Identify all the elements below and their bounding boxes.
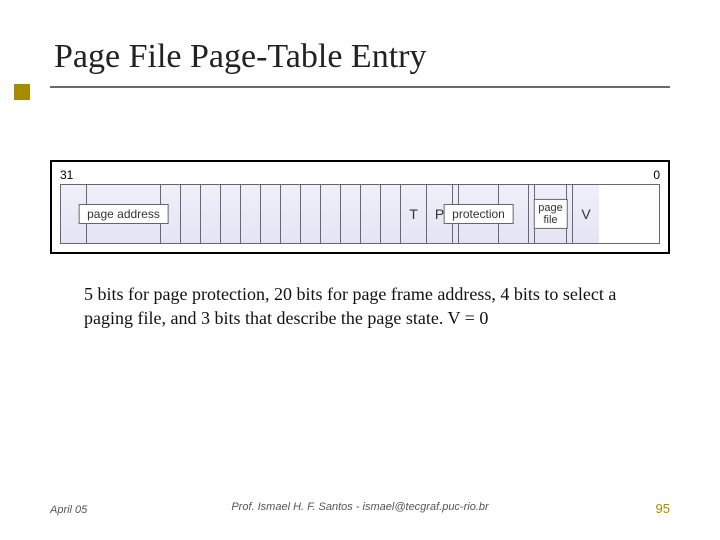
bit-cell <box>201 185 221 243</box>
description-text: 5 bits for page protection, 20 bits for … <box>50 282 670 331</box>
bit-low-label: 0 <box>653 168 660 182</box>
t-field: T <box>401 185 427 243</box>
title-underline <box>50 86 670 88</box>
page-address-label: page address <box>78 204 169 224</box>
page-file-label: pagefile <box>533 199 567 229</box>
bit-cell <box>381 185 401 243</box>
protection-field: protection <box>459 185 499 243</box>
bit-range-labels: 31 0 <box>60 168 660 182</box>
footer-page-number: 95 <box>656 501 670 516</box>
footer-date: April 05 <box>50 504 87 516</box>
bit-cell <box>261 185 281 243</box>
bit-cell <box>361 185 381 243</box>
t-label: T <box>409 206 418 222</box>
accent-square <box>14 84 30 100</box>
bit-cell <box>341 185 361 243</box>
v-field: V <box>573 185 599 243</box>
page-title: Page File Page-Table Entry <box>50 38 670 76</box>
v-label: V <box>581 206 590 222</box>
page-address-field: page address <box>87 185 161 243</box>
pte-diagram: 31 0 page address T P <box>50 160 670 254</box>
slide: Page File Page-Table Entry 31 0 page add… <box>0 0 720 540</box>
bit-cell <box>181 185 201 243</box>
bit-cell <box>281 185 301 243</box>
footer: April 05 Prof. Ismael H. F. Santos - ism… <box>50 501 670 516</box>
page-file-field: pagefile <box>535 185 567 243</box>
bit-row: page address T P protection <box>60 184 660 244</box>
bit-cell <box>221 185 241 243</box>
bit-cell <box>301 185 321 243</box>
bit-cell <box>321 185 341 243</box>
bit-high-label: 31 <box>60 168 73 182</box>
protection-label: protection <box>443 204 514 224</box>
bit-cell <box>241 185 261 243</box>
footer-author: Prof. Ismael H. F. Santos - ismael@tecgr… <box>231 501 488 513</box>
